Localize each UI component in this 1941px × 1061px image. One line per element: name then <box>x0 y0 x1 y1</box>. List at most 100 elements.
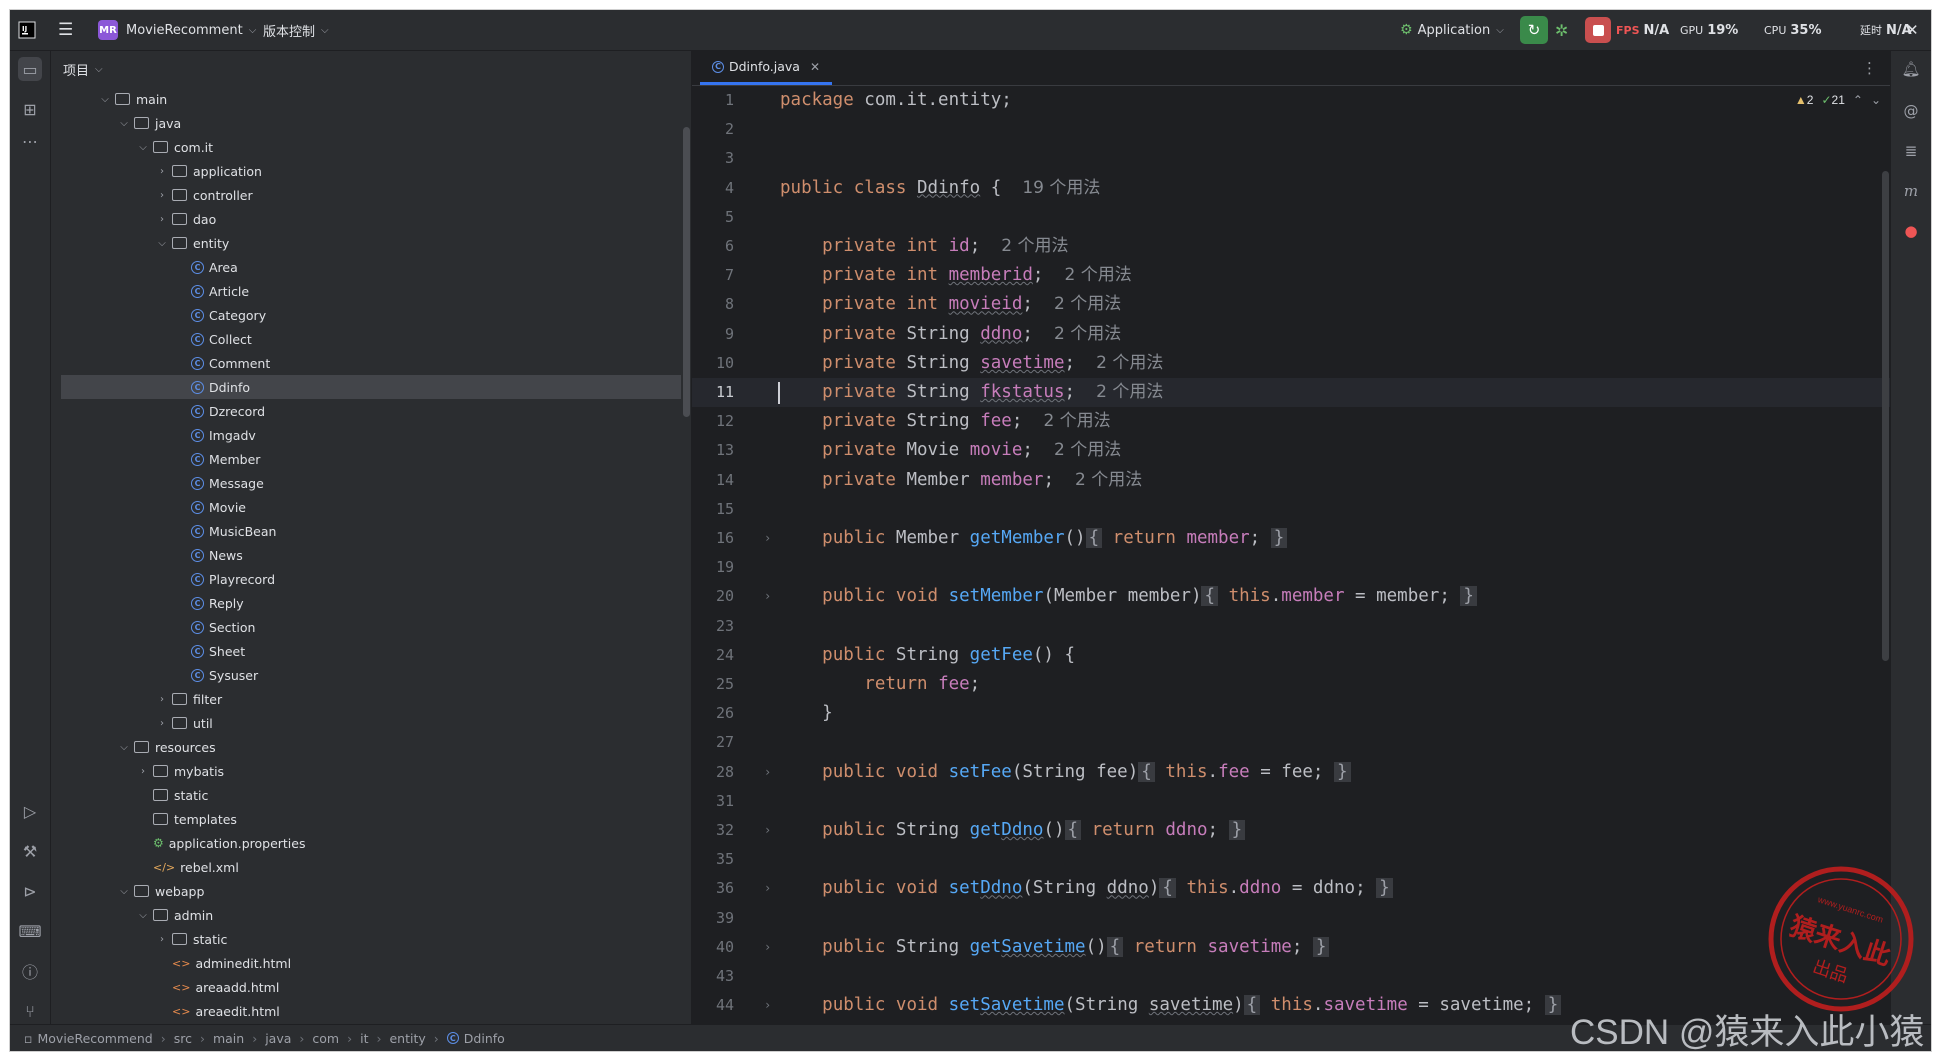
main-menu-icon[interactable]: ☰ <box>58 10 73 50</box>
tree-item-playrecord[interactable]: C Playrecord <box>51 567 681 591</box>
line-number[interactable]: 12 <box>692 407 734 436</box>
code-line[interactable]: 12 private String fee; 2 个用法 <box>692 407 1891 436</box>
line-number[interactable]: 2 <box>692 115 734 144</box>
chevron-right-icon[interactable]: › <box>137 766 149 777</box>
run-tool-button[interactable]: ▷ <box>18 799 42 823</box>
tree-item-sysuser[interactable]: C Sysuser <box>51 663 681 687</box>
tree-item-java[interactable]: ⌵ java <box>51 111 681 135</box>
code-line[interactable]: 10 private String savetime; 2 个用法 <box>692 349 1891 378</box>
code-line[interactable]: 27 <box>692 728 1891 757</box>
tree-item-main[interactable]: ⌵ main <box>51 87 681 111</box>
line-number[interactable]: 6 <box>692 232 734 261</box>
tree-item-static[interactable]: static <box>51 783 681 807</box>
code-line[interactable]: 23 <box>692 612 1891 641</box>
build-tool-button[interactable]: ⚒ <box>18 839 42 863</box>
app-logo-icon[interactable]: IJ <box>18 10 36 50</box>
code-line[interactable]: 9 private String ddno; 2 个用法 <box>692 320 1891 349</box>
debug-button[interactable]: ✲ <box>1555 10 1568 50</box>
close-tab-icon[interactable]: ✕ <box>810 60 820 74</box>
code-line[interactable]: 2 <box>692 115 1891 144</box>
project-panel-header[interactable]: 项目 ⌵ <box>51 51 691 87</box>
code-line[interactable]: 24 public String getFee() { <box>692 641 1891 670</box>
tree-item-article[interactable]: C Article <box>51 279 681 303</box>
line-number[interactable]: 24 <box>692 641 734 670</box>
tree-item-sheet[interactable]: C Sheet <box>51 639 681 663</box>
code-line[interactable]: 40 › public String getSavetime(){ return … <box>692 933 1891 962</box>
tree-item-rebel-xml[interactable]: </> rebel.xml <box>51 855 681 879</box>
line-number[interactable]: 39 <box>692 904 734 933</box>
project-scrollbar[interactable] <box>683 127 690 417</box>
code-line[interactable]: 7 private int memberid; 2 个用法 <box>692 261 1891 290</box>
breadcrumb-item[interactable]: src <box>174 1031 192 1046</box>
run-config-selector[interactable]: ⚙ Application ⌵ <box>1400 10 1504 50</box>
current-code-line[interactable]: 11 private String fkstatus; 2 个用法 <box>692 378 1891 407</box>
tree-item-area[interactable]: C Area <box>51 255 681 279</box>
database-button[interactable]: ≣ <box>1899 139 1923 163</box>
tab-ddinfo-java[interactable]: C Ddinfo.java ✕ <box>700 51 833 85</box>
line-number[interactable]: 14 <box>692 466 734 495</box>
code-line[interactable]: 4 public class Ddinfo { 19 个用法 <box>692 174 1891 203</box>
services-tool-button[interactable]: ⊳ <box>18 879 42 903</box>
tree-item-section[interactable]: C Section <box>51 615 681 639</box>
line-number[interactable]: 35 <box>692 845 734 874</box>
code-line[interactable]: 15 <box>692 495 1891 524</box>
tree-item-comment[interactable]: C Comment <box>51 351 681 375</box>
code-line[interactable]: 20 › public void setMember(Member member)… <box>692 582 1891 611</box>
fold-expand-icon[interactable]: › <box>764 524 771 553</box>
rerun-button[interactable]: ↻ <box>1520 10 1548 50</box>
tree-item-musicbean[interactable]: C MusicBean <box>51 519 681 543</box>
tree-item-dzrecord[interactable]: C Dzrecord <box>51 399 681 423</box>
code-editor[interactable]: 1 package com.it.entity; 2 3 4 public class D… <box>692 86 1891 1025</box>
editor-scrollbar[interactable] <box>1882 171 1889 661</box>
fold-expand-icon[interactable]: › <box>764 874 771 903</box>
chevron-right-icon[interactable]: › <box>156 694 168 705</box>
tree-item-filter[interactable]: › filter <box>51 687 681 711</box>
code-line[interactable]: 25 return fee; <box>692 670 1891 699</box>
tree-item-dao[interactable]: › dao <box>51 207 681 231</box>
line-number[interactable]: 10 <box>692 349 734 378</box>
chevron-right-icon[interactable]: › <box>156 718 168 729</box>
inspection-indicators[interactable]: ▲2 ✓21 ⌃ ⌄ <box>1795 93 1881 107</box>
tree-item-message[interactable]: C Message <box>51 471 681 495</box>
tree-item-imgadv[interactable]: C Imgadv <box>51 423 681 447</box>
code-line[interactable]: 28 › public void setFee(String fee){ this… <box>692 758 1891 787</box>
line-number[interactable]: 16 <box>692 524 734 553</box>
terminal-tool-button[interactable]: ⌨ <box>18 919 42 943</box>
breadcrumb-item[interactable]: it <box>360 1031 368 1046</box>
tree-item-mybatis[interactable]: › mybatis <box>51 759 681 783</box>
fold-expand-icon[interactable]: › <box>764 991 771 1020</box>
breadcrumb-item[interactable]: main <box>213 1031 244 1046</box>
line-number[interactable]: 36 <box>692 874 734 903</box>
line-number[interactable]: 43 <box>692 962 734 991</box>
more-tools-button[interactable]: ⋯ <box>18 129 42 153</box>
tree-item-webapp[interactable]: ⌵ webapp <box>51 879 681 903</box>
tree-item-application-properties[interactable]: ⚙ application.properties <box>51 831 681 855</box>
code-line[interactable]: 19 <box>692 553 1891 582</box>
line-number[interactable]: 11 <box>692 378 734 407</box>
code-line[interactable]: 43 <box>692 962 1891 991</box>
line-number[interactable]: 19 <box>692 553 734 582</box>
line-number[interactable]: 40 <box>692 933 734 962</box>
tree-item-application[interactable]: › application <box>51 159 681 183</box>
tree-item-ddinfo[interactable]: C Ddinfo <box>61 375 681 399</box>
line-number[interactable]: 15 <box>692 495 734 524</box>
code-line[interactable]: 26 } <box>692 699 1891 728</box>
close-window-button[interactable]: ✕ <box>1906 10 1919 50</box>
line-number[interactable]: 8 <box>692 290 734 319</box>
code-line[interactable]: 35 <box>692 845 1891 874</box>
chevron-right-icon[interactable]: › <box>156 166 168 177</box>
tree-item-areaadd-html[interactable]: <> areaadd.html <box>51 975 681 999</box>
stop-button[interactable] <box>1585 10 1611 50</box>
line-number[interactable]: 26 <box>692 699 734 728</box>
line-number[interactable]: 4 <box>692 174 734 203</box>
tree-item-com-it[interactable]: ⌵ com.it <box>51 135 681 159</box>
chevron-down-icon[interactable]: ⌄ <box>1871 93 1881 107</box>
line-number[interactable]: 3 <box>692 144 734 173</box>
structure-tool-button[interactable]: ⊞ <box>18 97 42 121</box>
maven-button[interactable]: m <box>1899 179 1923 203</box>
chevron-right-icon[interactable]: › <box>156 934 168 945</box>
project-tool-button[interactable]: ▭ <box>18 57 42 81</box>
line-number[interactable]: 28 <box>692 758 734 787</box>
chevron-down-icon[interactable]: ⌵ <box>118 886 130 897</box>
line-number[interactable]: 25 <box>692 670 734 699</box>
